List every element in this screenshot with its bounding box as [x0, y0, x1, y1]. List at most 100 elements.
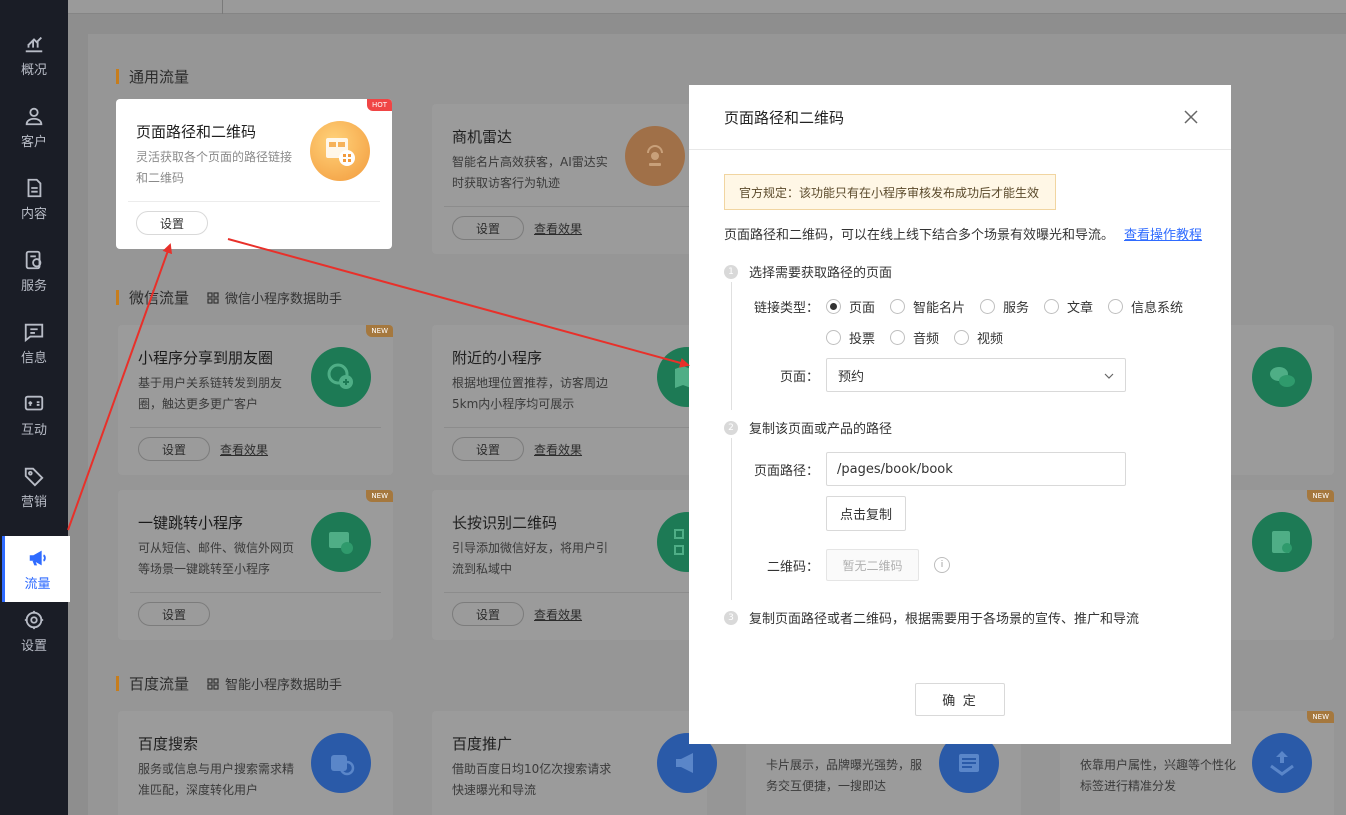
sidebar-item-label: 内容	[20, 206, 47, 222]
new-badge: NEW	[1307, 711, 1334, 723]
baidu-paw-icon	[311, 733, 371, 793]
radio-article[interactable]: 文章	[1044, 297, 1093, 316]
step-1: 1 选择需要获取路径的页面	[724, 262, 892, 281]
setup-button[interactable]: 设置	[452, 216, 524, 240]
section-subtitle-text: 微信小程序数据助手	[225, 292, 343, 307]
card-description: 灵活获取各个页面的路径链接和二维码	[136, 150, 293, 185]
sidebar-item-label: 互动	[20, 422, 47, 438]
info-icon[interactable]: i	[934, 557, 950, 573]
step-line	[731, 282, 732, 410]
card-one-click-jump[interactable]: NEW 一键跳转小程序 可从短信、邮件、微信外网页等场景一键跳转至小程序 设置	[118, 490, 393, 640]
card-description: 借助百度日均10亿次搜索请求快速曝光和导流	[452, 762, 612, 797]
view-effect-link[interactable]: 查看效果	[220, 441, 268, 458]
page-path-input[interactable]	[826, 452, 1126, 486]
sidebar-item-label: 设置	[20, 638, 47, 654]
sidebar-item-traffic[interactable]: 流量	[2, 536, 70, 602]
sidebar-item-marketing[interactable]: 营销	[0, 454, 68, 520]
card-page-path-qrcode[interactable]: HOT 页面路径和二维码 灵活获取各个页面的路径链接和二维码 设置	[116, 99, 392, 249]
copy-button[interactable]: 点击复制	[826, 496, 906, 531]
megaphone-icon	[29, 550, 46, 565]
card-description: 依靠用户属性，兴趣等个性化标签进行精准分发	[1080, 758, 1237, 793]
page-select[interactable]: 预约	[826, 358, 1126, 392]
tag-icon	[24, 467, 44, 486]
radio-dot	[1044, 299, 1059, 314]
new-badge: NEW	[366, 325, 393, 337]
radio-service[interactable]: 服务	[980, 297, 1029, 316]
confirm-button[interactable]: 确 定	[915, 683, 1005, 716]
section-title-text: 通用流量	[129, 68, 190, 86]
official-notice: 官方规定：该功能只有在小程序审核发布成功后才能生效	[724, 174, 1056, 210]
wechat-icon	[1252, 347, 1312, 407]
view-effect-link[interactable]: 查看效果	[534, 441, 582, 458]
dialog-title: 页面路径和二维码	[724, 108, 845, 127]
page-label: 页面：	[779, 370, 819, 385]
sidebar-item-message[interactable]: 信息	[0, 310, 68, 376]
card-title: 百度推广	[452, 735, 513, 753]
qrcode-placeholder: 暂无二维码	[826, 549, 919, 581]
section-accent-bar	[116, 290, 119, 305]
sidebar-item-customer[interactable]: 客户	[0, 94, 68, 160]
step-number: 1	[724, 264, 738, 279]
setup-button[interactable]: 设置	[136, 211, 208, 235]
document-icon	[27, 178, 42, 197]
grid-icon	[207, 291, 219, 304]
section-accent-bar	[116, 69, 119, 84]
sidebar-item-service[interactable]: 服务	[0, 238, 68, 304]
tutorial-link[interactable]: 查看操作教程	[1124, 228, 1202, 243]
card-share-moments[interactable]: NEW 小程序分享到朋友圈 基于用户关系链转发到朋友圈，触达更多更广客户 设置 …	[118, 325, 393, 475]
qrcode-label: 二维码：	[766, 560, 819, 575]
card-divider	[444, 206, 695, 207]
dialog-header: 页面路径和二维码	[689, 85, 1231, 150]
new-badge: NEW	[1307, 490, 1334, 502]
radio-dot	[826, 330, 841, 345]
gear-icon	[24, 610, 44, 629]
sidebar-item-interaction[interactable]: 互动	[0, 382, 68, 448]
radio-vote[interactable]: 投票	[826, 328, 875, 347]
section-baidu-title: 百度流量 智能小程序数据助手	[116, 673, 342, 694]
radio-page[interactable]: 页面	[826, 297, 875, 316]
radio-label: 投票	[849, 332, 876, 347]
card-title: 小程序分享到朋友圈	[138, 349, 274, 367]
setup-button[interactable]: 设置	[138, 437, 210, 461]
card-description: 智能名片高效获客，AI雷达实时获取访客行为轨迹	[452, 155, 608, 190]
radio-label: 文章	[1067, 301, 1094, 316]
sidebar-item-settings[interactable]: 设置	[0, 598, 68, 664]
card-baidu-search[interactable]: 百度搜索 服务或信息与用户搜索需求精准匹配，深度转化用户	[118, 711, 393, 815]
radio-dot	[890, 330, 905, 345]
card-title: 百度搜索	[138, 735, 199, 753]
new-badge: NEW	[366, 490, 393, 502]
radio-smart-card[interactable]: 智能名片	[890, 297, 965, 316]
dialog-intro: 页面路径和二维码，可以在线上线下结合多个场景有效曝光和导流。 查看操作教程	[724, 224, 1202, 243]
card-baidu-promotion[interactable]: 百度推广 借助百度日均10亿次搜索请求快速曝光和导流	[432, 711, 717, 815]
interaction-icon	[24, 395, 44, 410]
sidebar-item-overview[interactable]: 概况	[0, 22, 68, 88]
view-effect-link[interactable]: 查看效果	[534, 606, 582, 623]
card-description: 服务或信息与用户搜索需求精准匹配，深度转化用户	[138, 762, 295, 797]
section-title-text: 百度流量	[129, 675, 190, 693]
card-title: 附近的小程序	[452, 349, 543, 367]
card-divider	[130, 427, 381, 428]
page-select-value: 预约	[838, 369, 865, 385]
top-bar-divider	[222, 0, 223, 14]
radio-audio[interactable]: 音频	[890, 328, 939, 347]
card-business-radar[interactable]: 商机雷达 智能名片高效获客，AI雷达实时获取访客行为轨迹 设置 查看效果	[432, 104, 707, 254]
section-subtitle: 微信小程序数据助手	[207, 288, 342, 307]
card-longpress-qrcode[interactable]: 长按识别二维码 引导添加微信好友，将用户引流到私域中 设置 查看效果	[432, 490, 717, 640]
radio-video[interactable]: 视频	[954, 328, 1003, 347]
radio-dot	[890, 299, 905, 314]
setup-button[interactable]: 设置	[452, 602, 524, 626]
moments-share-icon	[311, 347, 371, 407]
close-icon[interactable]	[1181, 107, 1201, 127]
radio-info-system[interactable]: 信息系统	[1108, 297, 1183, 316]
radio-dot	[826, 299, 841, 314]
view-effect-link[interactable]: 查看效果	[534, 220, 582, 237]
distribute-icon	[1252, 733, 1312, 793]
setup-button[interactable]: 设置	[452, 437, 524, 461]
card-title: 长按识别二维码	[452, 514, 558, 532]
setup-button[interactable]: 设置	[138, 602, 210, 626]
path-label: 页面路径：	[753, 464, 819, 479]
section-title-text: 微信流量	[129, 289, 190, 307]
sidebar-item-content[interactable]: 内容	[0, 166, 68, 232]
card-nearby-miniprogram[interactable]: 附近的小程序 根据地理位置推荐，访客周边5km内小程序均可展示 设置 查看效果	[432, 325, 717, 475]
intro-text: 页面路径和二维码，可以在线上线下结合多个场景有效曝光和导流。	[724, 228, 1115, 243]
